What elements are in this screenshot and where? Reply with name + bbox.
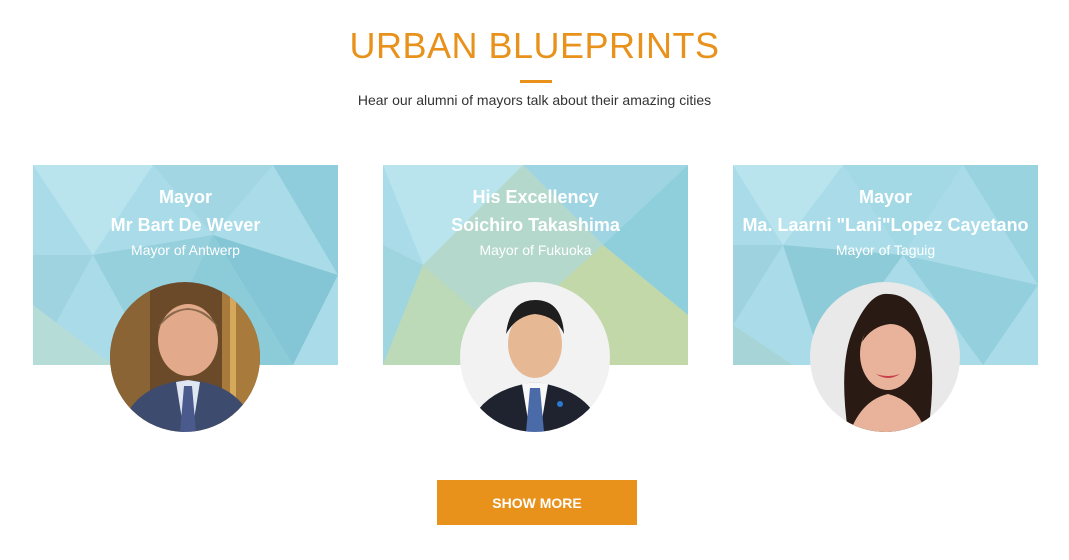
mayor-city: Mayor of Fukuoka <box>479 242 592 258</box>
mayor-card[interactable]: His Excellency Soichiro Takashima Mayor … <box>383 165 688 440</box>
mayor-portrait[interactable] <box>110 282 260 432</box>
mayor-honorific: His Excellency <box>472 187 599 207</box>
mayor-portrait[interactable] <box>810 282 960 432</box>
mayor-portrait[interactable] <box>460 282 610 432</box>
card-text: Mayor Ma. Laarni "Lani"Lopez Cayetano Ma… <box>733 183 1038 261</box>
mayor-card[interactable]: Mayor Ma. Laarni "Lani"Lopez Cayetano Ma… <box>733 165 1038 440</box>
mayor-name: Mr Bart De Wever <box>110 215 261 235</box>
mayor-name: Soichiro Takashima <box>451 215 620 235</box>
card-text: Mayor Mr Bart De Wever Mayor of Antwerp <box>33 183 338 261</box>
section-title: URBAN BLUEPRINTS <box>349 25 720 66</box>
mayor-city: Mayor of Taguig <box>835 242 936 258</box>
mayor-honorific: Mayor <box>858 187 912 207</box>
mayor-city: Mayor of Antwerp <box>131 242 240 258</box>
section-subtitle: Hear our alumni of mayors talk about the… <box>357 92 712 108</box>
mayor-name: Ma. Laarni "Lani"Lopez Cayetano <box>742 215 1029 235</box>
card-text: His Excellency Soichiro Takashima Mayor … <box>383 183 688 261</box>
title-divider <box>520 80 552 83</box>
urban-blueprints-section: URBAN BLUEPRINTS Hear our alumni of mayo… <box>0 0 1069 560</box>
show-more-button[interactable]: SHOW MORE <box>437 480 637 525</box>
mayor-honorific: Mayor <box>158 187 212 207</box>
mayor-card[interactable]: Mayor Mr Bart De Wever Mayor of Antwerp <box>33 165 338 440</box>
